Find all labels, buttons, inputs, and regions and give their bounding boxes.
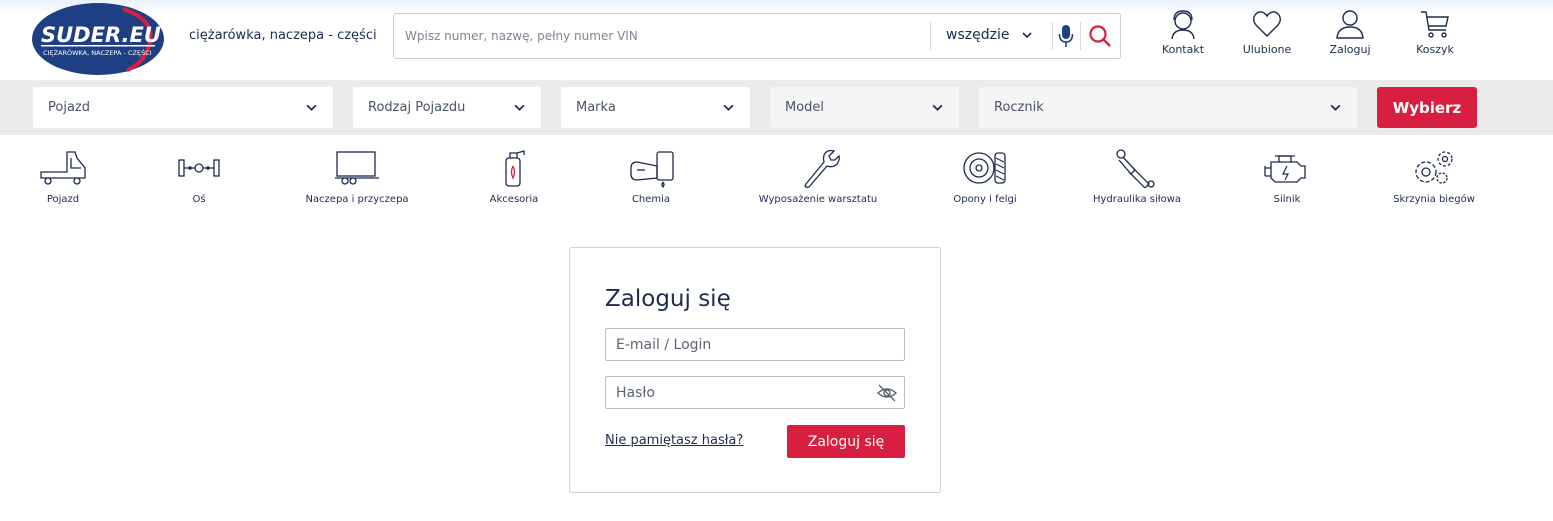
- category-vehicle[interactable]: Pojazd: [0, 148, 138, 210]
- heart-icon: [1253, 11, 1281, 37]
- category-label: Akcesoria: [489, 194, 539, 205]
- header-action-label: Zaloguj: [1329, 43, 1371, 56]
- site-header: SUDER.EU CIĘŻARÓWKA, NACZEPA - CZĘŚCI ci…: [0, 0, 1553, 80]
- category-label: Pojazd: [46, 194, 80, 205]
- search-divider: [1080, 22, 1081, 50]
- header-favorites[interactable]: Ulubione: [1232, 8, 1302, 60]
- svg-text:CIĘŻARÓWKA, NACZEPA - CZĘŚCI: CIĘŻARÓWKA, NACZEPA - CZĘŚCI: [43, 48, 152, 57]
- category-label: Chemia: [631, 194, 671, 205]
- site-tagline: ciężarówka, naczepa - części: [189, 28, 377, 43]
- category-label: Wyposażenie warsztatu: [758, 194, 878, 205]
- email-field[interactable]: [606, 329, 904, 360]
- password-field-wrapper: [605, 376, 905, 409]
- category-label: Skrzynia biegów: [1393, 194, 1475, 205]
- select-year[interactable]: Rocznik: [979, 87, 1357, 128]
- chevron-down-icon: [1330, 104, 1341, 111]
- axle-icon: [178, 159, 220, 177]
- login-title: Zaloguj się: [605, 286, 731, 312]
- select-label: Pojazd: [48, 100, 90, 115]
- hydraulic-cylinder-icon: [1116, 149, 1155, 188]
- header-contact[interactable]: Kontakt: [1148, 8, 1218, 60]
- chevron-down-icon: [306, 104, 317, 111]
- header-cart[interactable]: Koszyk: [1400, 8, 1470, 60]
- select-vehicle[interactable]: Pojazd: [33, 87, 333, 128]
- search-input[interactable]: [394, 14, 930, 58]
- login-form: Zaloguj się Nie pamiętasz hasła? Zaloguj…: [569, 247, 941, 493]
- select-vehicle-type[interactable]: Rodzaj Pojazdu: [353, 87, 541, 128]
- eye-off-icon[interactable]: [876, 382, 898, 404]
- search-icon[interactable]: [1088, 24, 1112, 48]
- category-workshop[interactable]: Wyposażenie warsztatu: [743, 148, 893, 210]
- select-make[interactable]: Marka: [561, 87, 750, 128]
- tire-icon: [963, 152, 1006, 184]
- select-model[interactable]: Model: [770, 87, 959, 128]
- select-label: Marka: [576, 100, 616, 115]
- engine-icon: [1264, 155, 1306, 183]
- category-hydraulics[interactable]: Hydraulika siłowa: [1062, 148, 1212, 210]
- user-icon: [1336, 10, 1364, 39]
- select-label: Rodzaj Pojazdu: [368, 100, 466, 115]
- oil-can-icon: [630, 151, 674, 188]
- header-action-label: Koszyk: [1416, 43, 1454, 56]
- password-field[interactable]: [606, 377, 904, 408]
- category-gearbox[interactable]: Skrzynia biegów: [1359, 148, 1509, 210]
- vehicle-filter-bar: Pojazd Rodzaj Pojazdu Marka Model Roczni…: [0, 80, 1553, 135]
- search-divider: [1052, 22, 1053, 50]
- category-label: Silnik: [1273, 194, 1301, 205]
- truck-icon: [40, 151, 86, 185]
- category-label: Naczepa i przyczepa: [305, 194, 409, 205]
- microphone-icon[interactable]: [1058, 24, 1074, 48]
- select-vehicle-button[interactable]: Wybierz: [1377, 87, 1477, 128]
- login-submit-button[interactable]: Zaloguj się: [787, 425, 905, 458]
- search-scope-select[interactable]: wszędzie: [946, 27, 1009, 43]
- category-axle[interactable]: Oś: [124, 148, 274, 210]
- svg-text:SUDER.EU: SUDER.EU: [41, 23, 161, 47]
- gears-icon: [1415, 151, 1453, 184]
- category-tires[interactable]: Opony i felgi: [910, 148, 1060, 210]
- header-action-label: Ulubione: [1242, 43, 1292, 56]
- suder-logo[interactable]: SUDER.EU CIĘŻARÓWKA, NACZEPA - CZĘŚCI: [31, 2, 165, 76]
- cart-icon: [1421, 11, 1449, 38]
- select-label: Rocznik: [994, 100, 1044, 115]
- category-label: Opony i felgi: [953, 194, 1017, 205]
- category-trailer[interactable]: Naczepa i przyczepa: [282, 148, 432, 210]
- chevron-down-icon: [932, 104, 943, 111]
- category-label: Oś: [192, 194, 206, 205]
- category-label: Hydraulika siłowa: [1092, 194, 1182, 205]
- search-divider: [930, 22, 931, 50]
- chevron-down-icon: [514, 104, 525, 111]
- forgot-password-link[interactable]: Nie pamiętasz hasła?: [605, 433, 743, 448]
- chevron-down-icon[interactable]: [1021, 29, 1033, 41]
- trailer-icon: [335, 151, 379, 185]
- chevron-down-icon: [723, 104, 734, 111]
- category-engine[interactable]: Silnik: [1212, 148, 1362, 210]
- select-label: Model: [785, 100, 825, 115]
- person-headset-icon: [1171, 10, 1195, 40]
- category-chemistry[interactable]: Chemia: [576, 148, 726, 210]
- wrench-icon: [804, 149, 840, 188]
- header-login[interactable]: Zaloguj: [1315, 8, 1385, 60]
- category-accessories[interactable]: Akcesoria: [439, 148, 589, 210]
- header-action-label: Kontakt: [1161, 43, 1205, 56]
- email-field-wrapper: [605, 328, 905, 361]
- search-bar: wszędzie: [393, 13, 1121, 59]
- fire-extinguisher-icon: [505, 150, 525, 187]
